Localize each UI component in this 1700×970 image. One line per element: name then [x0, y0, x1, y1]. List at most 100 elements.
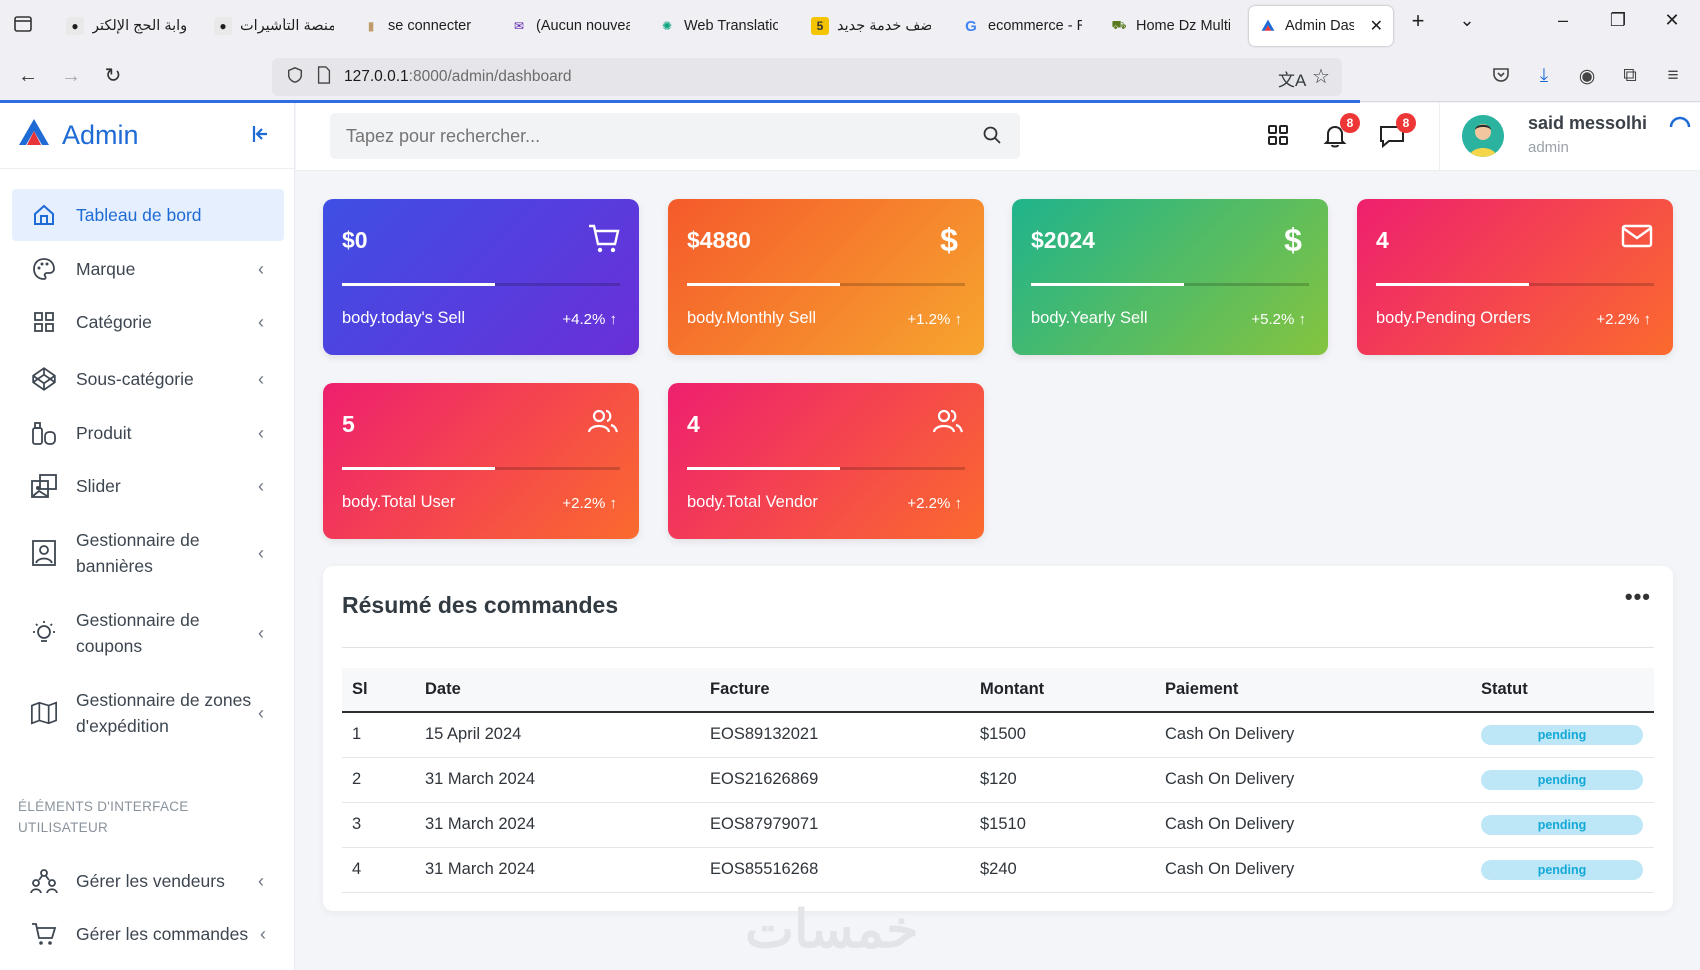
browser-tab[interactable]: ⛟ Home Dz Multi	[1100, 6, 1240, 46]
messages-icon[interactable]: 8	[1378, 113, 1416, 153]
minimize-icon[interactable]: –	[1548, 10, 1578, 31]
section-title-ui-elements: ÉLÉMENTS D'INTERFACE UTILISATEUR	[18, 799, 189, 835]
cell-payment: Cash On Delivery	[1155, 757, 1471, 803]
stat-card-total-user[interactable]: 5 body.Total User +2.2% ↑	[323, 383, 639, 539]
sidebar-logo[interactable]: Admin	[0, 103, 294, 169]
globe-icon: ●	[214, 17, 232, 35]
page-info-icon[interactable]	[316, 65, 332, 89]
stat-value: $4880	[687, 227, 751, 253]
progress-bar	[1376, 283, 1654, 286]
back-icon[interactable]: ←	[15, 65, 41, 87]
reload-icon[interactable]: ↻	[100, 65, 126, 87]
cell-sl: 1	[342, 712, 415, 758]
download-icon[interactable]: ⤓	[1531, 65, 1557, 87]
progress-bar	[342, 467, 620, 470]
avatar[interactable]	[1462, 115, 1504, 157]
sidebar-item-vendors[interactable]: Gérer les vendeurs ‹	[12, 855, 284, 907]
url-text[interactable]: 127.0.0.1:8000/admin/dashboard	[344, 68, 572, 86]
shield-icon[interactable]	[286, 66, 304, 89]
divider	[1439, 103, 1440, 171]
restore-icon[interactable]: ❐	[1603, 10, 1633, 31]
cart-icon	[30, 920, 58, 948]
cell-amount: $1500	[970, 712, 1155, 758]
translate-icon[interactable]: 文A	[1278, 66, 1306, 91]
sidebar-item-slider[interactable]: Slider ‹	[12, 460, 284, 512]
cell-status: pending	[1471, 847, 1654, 893]
arrow-up-icon: ↑	[954, 495, 963, 512]
table-row[interactable]: 4 31 March 2024 EOS85516268 $240 Cash On…	[342, 847, 1654, 893]
search-input[interactable]	[346, 125, 946, 147]
column-header: Date	[415, 668, 700, 713]
sidebar-item-brand[interactable]: Marque ‹	[12, 243, 284, 295]
browser-tab[interactable]: G ecommerce - R	[952, 6, 1092, 46]
forward-icon[interactable]: →	[58, 65, 84, 87]
sidebar-item-coupons[interactable]: Gestionnaire de coupons ‹	[12, 601, 284, 665]
sidebar-item-subcategory[interactable]: Sous-catégorie ‹	[12, 353, 284, 405]
account-icon[interactable]: ◉	[1574, 65, 1600, 88]
sidebar-item-category[interactable]: Catégorie ‹	[12, 296, 284, 348]
notifications-bell-icon[interactable]: 8	[1322, 113, 1360, 153]
cell-invoice: EOS89132021	[700, 712, 970, 758]
collapse-sidebar-icon[interactable]	[250, 123, 272, 151]
address-bar[interactable]: 127.0.0.1:8000/admin/dashboard 文A ☆	[272, 58, 1342, 96]
menu-icon[interactable]: ≡	[1660, 65, 1686, 87]
apps-grid-icon[interactable]	[1266, 123, 1296, 153]
pocket-icon[interactable]	[1488, 65, 1514, 91]
chevron-left-icon: ‹	[258, 258, 264, 279]
browser-tab[interactable]: ✺ Web Translation	[648, 6, 788, 46]
sidebar-item-dashboard[interactable]: Tableau de bord	[12, 189, 284, 241]
sidebar: Admin Tableau de bord Marque ‹ Catégorie…	[0, 103, 295, 970]
more-options-icon[interactable]: •••	[1625, 584, 1651, 610]
users-icon	[587, 407, 621, 441]
browser-tab[interactable]: ▮ se connecter	[352, 6, 492, 46]
nav-bar: ← → ↻ 127.0.0.1:8000/admin/dashboard 文A …	[0, 52, 1700, 102]
new-tab-icon[interactable]: +	[1403, 8, 1433, 34]
table-row[interactable]: 1 15 April 2024 EOS89132021 $1500 Cash O…	[342, 712, 1654, 758]
arrow-up-icon: ↑	[609, 311, 618, 328]
browser-tab[interactable]: ● منصة التأشيرات	[204, 6, 344, 46]
browser-tab[interactable]: 5 أضف خدمة جديد	[801, 6, 941, 46]
mail-icon: ✉	[513, 19, 525, 33]
stat-card-today-sell[interactable]: $0 body.today's Sell +4.2% ↑	[323, 199, 639, 355]
user-name[interactable]: said messolhi	[1528, 113, 1647, 134]
browser-chrome: ● بوابة الحج الإلكتر ● منصة التأشيرات ▮ …	[0, 0, 1700, 103]
tab-list-icon[interactable]: ⌄	[1452, 10, 1482, 31]
table-row[interactable]: 2 31 March 2024 EOS21626869 $120 Cash On…	[342, 757, 1654, 803]
stat-card-monthly-sell[interactable]: $4880 $ body.Monthly Sell +1.2% ↑	[668, 199, 984, 355]
progress-fill	[1376, 283, 1529, 286]
cell-payment: Cash On Delivery	[1155, 802, 1471, 848]
stat-percent: +2.2% ↑	[1596, 311, 1651, 328]
stat-value: 5	[342, 411, 355, 437]
column-header: Montant	[970, 668, 1155, 713]
stat-label: body.Yearly Sell	[1031, 309, 1148, 327]
browser-tab[interactable]: ● بوابة الحج الإلكتر	[56, 6, 196, 46]
close-window-icon[interactable]: ✕	[1657, 10, 1687, 31]
stat-card-pending-orders[interactable]: 4 body.Pending Orders +2.2% ↑	[1357, 199, 1673, 355]
sidebar-item-orders[interactable]: Gérer les commandes ‹	[12, 908, 284, 960]
bulb-icon	[30, 619, 58, 647]
notification-badge: 8	[1340, 113, 1360, 133]
stat-card-total-vendor[interactable]: 4 body.Total Vendor +2.2% ↑	[668, 383, 984, 539]
browser-tab[interactable]: ✉ (Aucun nouvea	[500, 6, 640, 46]
progress-bar	[1031, 283, 1309, 286]
stat-value: $2024	[1031, 227, 1095, 253]
browser-tab-active[interactable]: Admin Dash ✕	[1249, 6, 1393, 46]
chevron-left-icon: ‹	[258, 368, 264, 389]
stat-label: body.Total User	[342, 493, 456, 511]
search-icon[interactable]	[982, 125, 1002, 150]
close-tab-icon[interactable]: ✕	[1370, 16, 1383, 36]
stat-card-yearly-sell[interactable]: $2024 $ body.Yearly Sell +5.2% ↑	[1012, 199, 1328, 355]
extensions-icon[interactable]: ⧉	[1617, 65, 1643, 87]
stat-value: 4	[687, 411, 700, 437]
progress-fill	[342, 467, 495, 470]
sidebar-item-banners[interactable]: Gestionnaire de bannières ‹	[12, 521, 284, 585]
sidebar-item-product[interactable]: Produit ‹	[12, 407, 284, 459]
tab-overview-icon[interactable]	[10, 14, 36, 39]
table-row[interactable]: 3 31 March 2024 EOS87979071 $1510 Cash O…	[342, 802, 1654, 848]
bookmark-star-icon[interactable]: ☆	[1312, 64, 1330, 89]
cell-amount: $240	[970, 847, 1155, 893]
sidebar-item-shipping-zones[interactable]: Gestionnaire de zones d'expédition ‹	[12, 681, 284, 745]
mail-icon	[1621, 223, 1655, 257]
search-bar[interactable]	[330, 113, 1020, 159]
chevron-left-icon: ‹	[258, 870, 264, 891]
